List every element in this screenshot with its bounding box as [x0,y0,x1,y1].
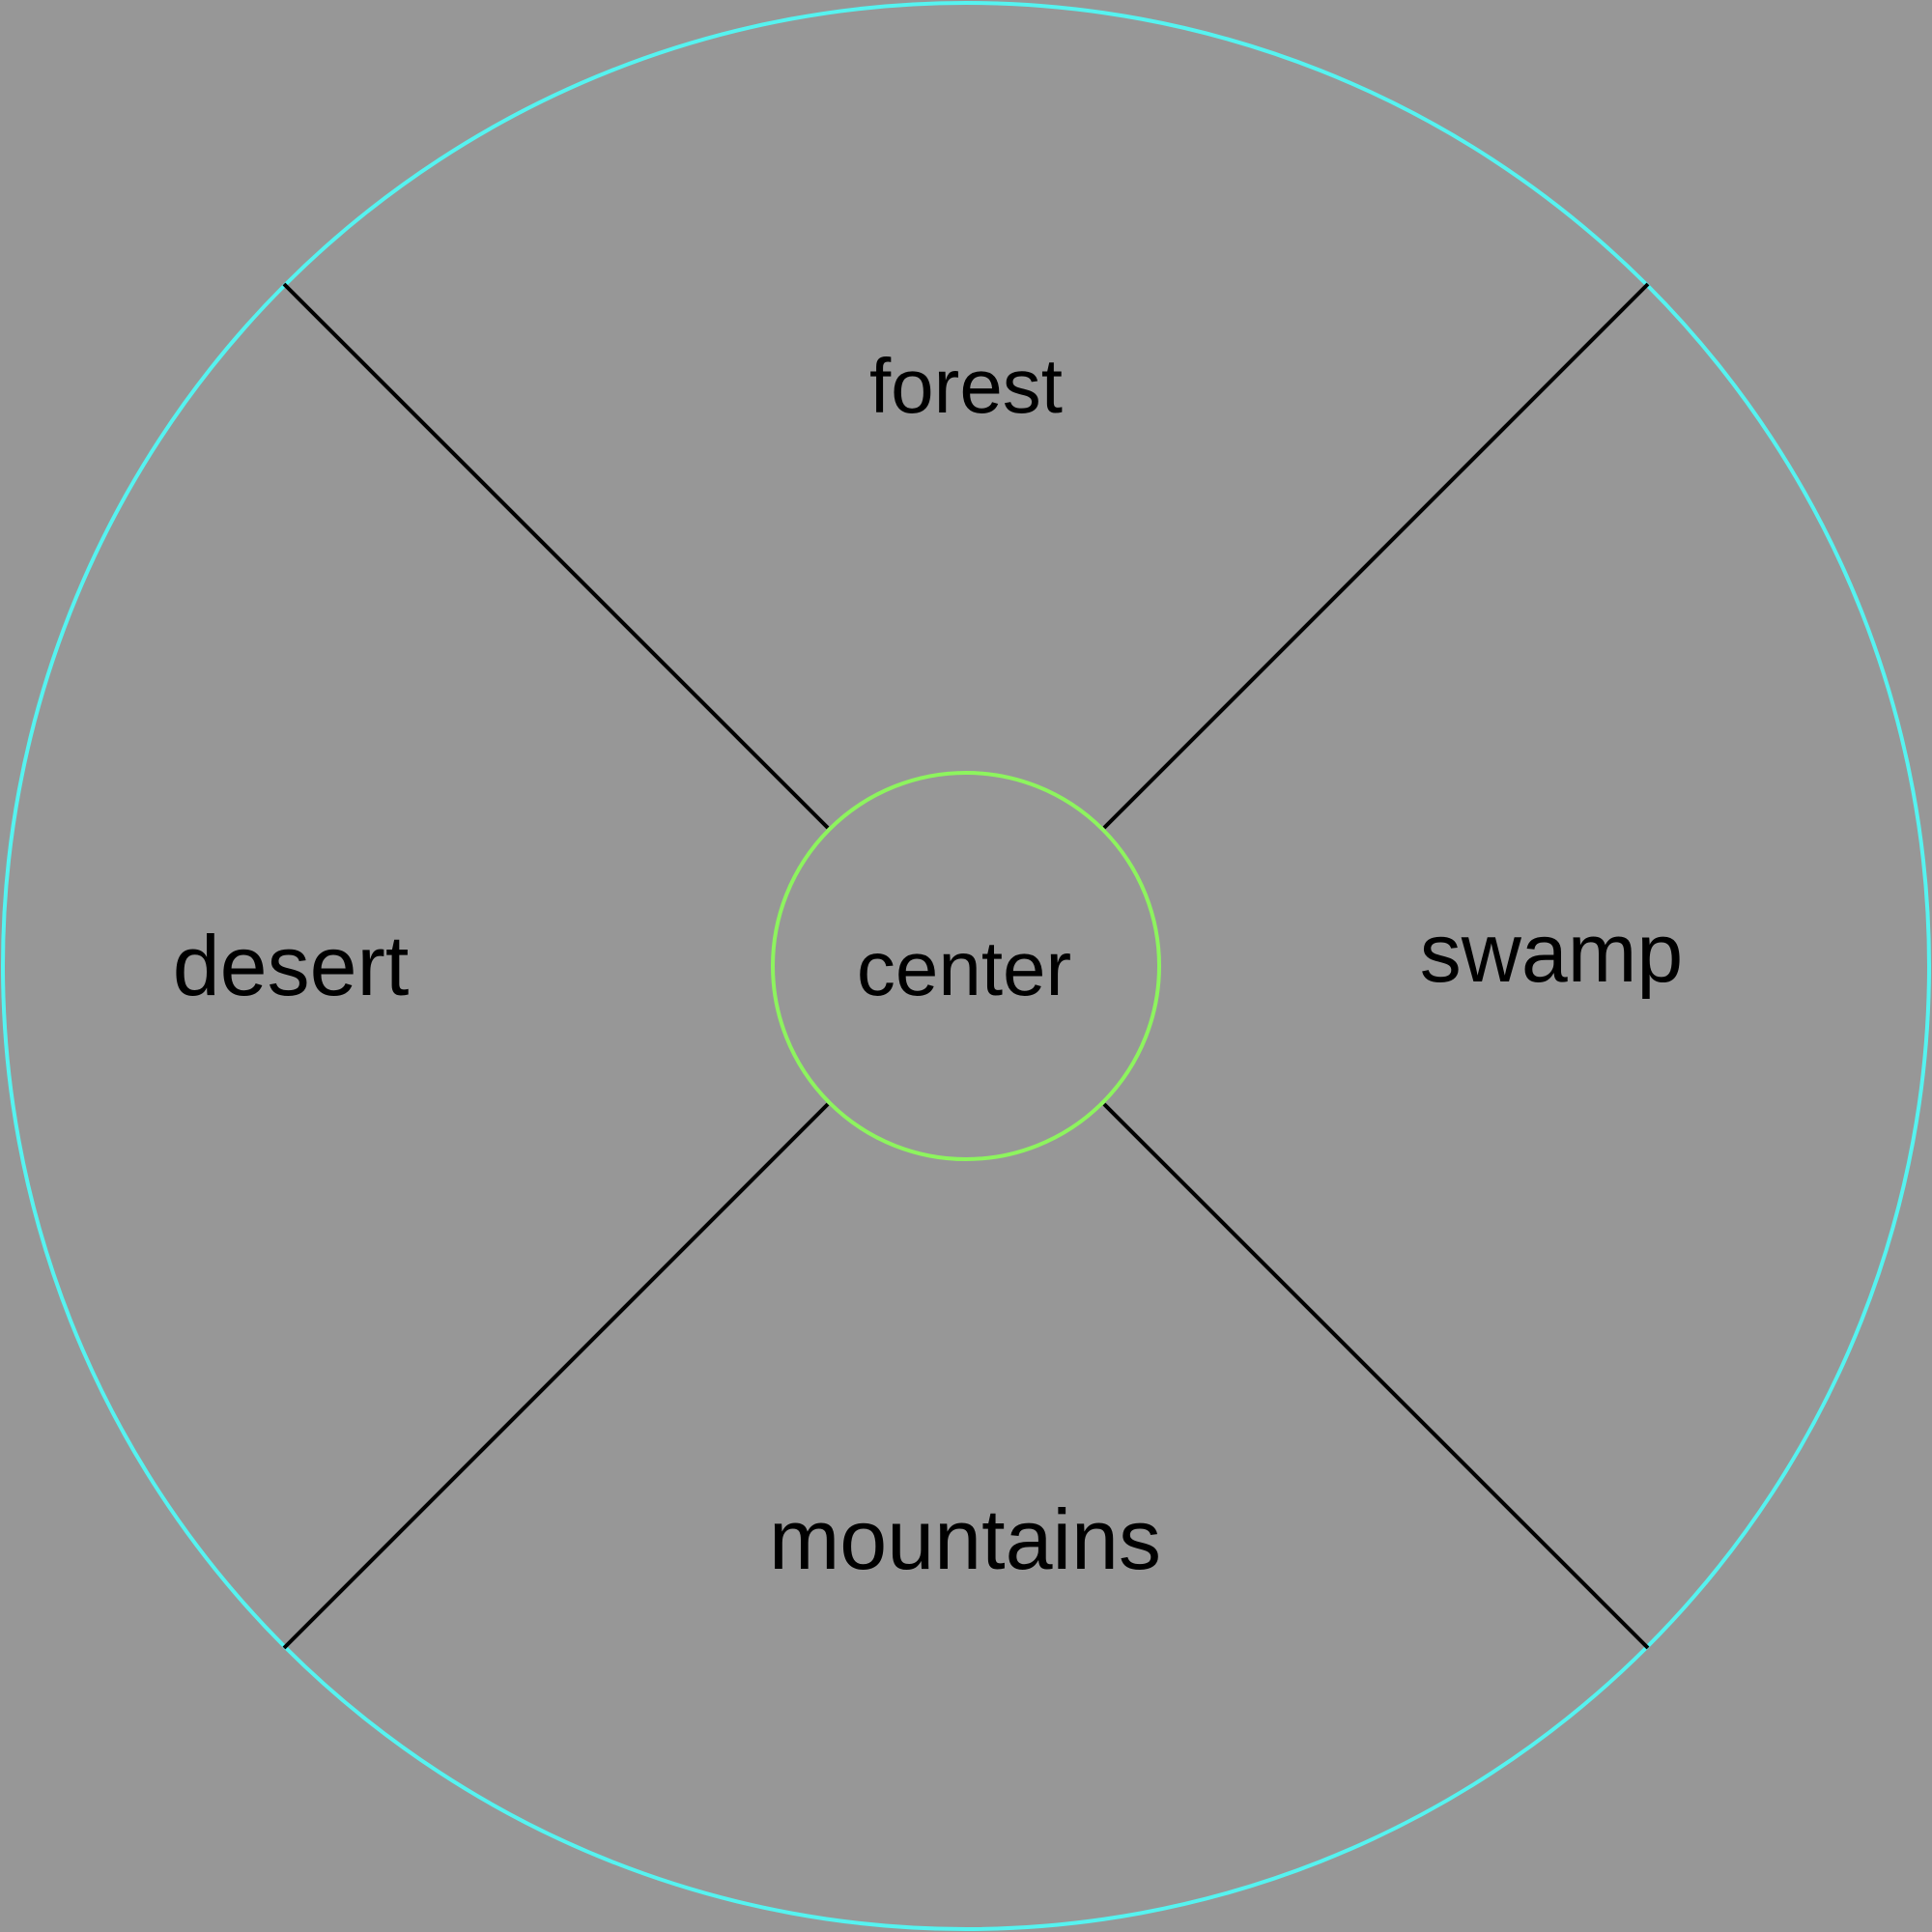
region-map: forest desert center swamp mountains [0,0,1932,1932]
region-label-swamp: swamp [1420,907,1683,1000]
region-label-forest: forest [869,343,1063,429]
region-label-center: center [857,925,1071,1011]
region-label-desert: desert [173,918,410,1013]
region-label-mountains: mountains [769,1492,1161,1587]
